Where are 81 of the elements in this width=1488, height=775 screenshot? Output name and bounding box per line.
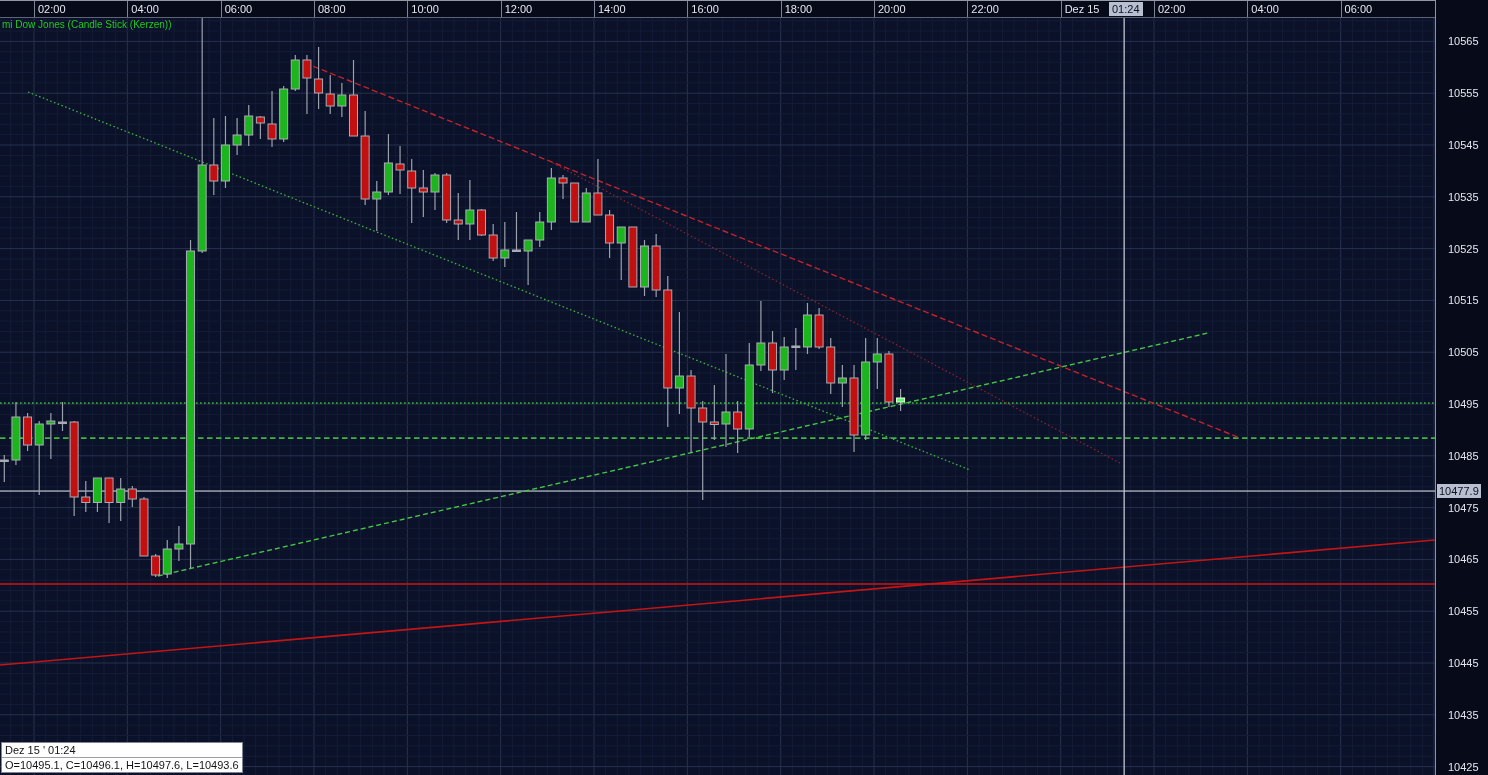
candlestick	[232, 117, 242, 156]
candlestick	[383, 133, 393, 196]
candlestick	[92, 477, 102, 513]
candlestick	[837, 364, 847, 408]
candlestick	[337, 82, 347, 118]
candlestick	[791, 327, 801, 371]
candlestick	[104, 477, 114, 524]
ohlc-values-text: O=10495.1, C=10496.1, H=10497.6, L=10493.6	[2, 757, 242, 772]
candlestick	[616, 226, 626, 281]
time-label: 22:00	[971, 2, 999, 16]
candlestick	[46, 412, 56, 460]
time-label: 06:00	[224, 2, 253, 16]
candlestick	[418, 169, 428, 218]
price-label: 10455	[1448, 604, 1479, 619]
time-label: 04:00	[131, 2, 159, 16]
time-label: 16:00	[691, 2, 719, 16]
candlestick	[430, 172, 440, 211]
candlestick	[581, 187, 591, 223]
cursor-time-label: 01:24	[1109, 2, 1143, 16]
candlestick	[139, 496, 149, 557]
price-label: 10465	[1448, 552, 1479, 567]
price-label: 10525	[1448, 241, 1479, 256]
candlestick	[465, 179, 475, 241]
time-label: 08:00	[318, 2, 346, 16]
candlestick	[558, 174, 568, 200]
candlestick	[302, 54, 312, 115]
time-label: 02:00	[38, 2, 66, 16]
candlestick	[407, 158, 417, 224]
time-label: 04:00	[1251, 2, 1279, 16]
candlestick	[651, 233, 661, 298]
candlestick	[779, 336, 789, 381]
candlestick	[11, 401, 21, 466]
price-label: 10545	[1448, 138, 1479, 152]
candlestick	[628, 226, 638, 288]
price-label: 10555	[1448, 86, 1479, 101]
candlestick	[372, 180, 382, 232]
price-label: 10505	[1448, 345, 1479, 360]
candlestick	[511, 211, 521, 253]
candlestick	[768, 330, 778, 394]
candlestick	[826, 337, 836, 395]
time-label: 12:00	[504, 2, 533, 16]
candlestick	[756, 300, 766, 372]
time-label: Dez 15	[1064, 2, 1100, 16]
candlestick	[593, 158, 603, 216]
candlestick	[174, 525, 184, 562]
candlestick	[58, 401, 67, 432]
candlestick	[0, 454, 9, 483]
candlestick	[802, 302, 812, 355]
candlestick	[267, 90, 277, 148]
time-label: 20:00	[877, 2, 906, 16]
price-label: 10495	[1448, 397, 1479, 411]
candlestick	[570, 182, 580, 223]
info-date-text: Dez 15 ' 01:24	[4, 743, 77, 757]
price-label: 10435	[1448, 707, 1479, 722]
candlestick	[453, 192, 463, 241]
candlestick	[81, 480, 91, 513]
price-label: 10445	[1448, 656, 1479, 670]
price-label: 10425	[1448, 759, 1479, 774]
chart-title: mi Dow Jones (Candle Stick (Kerzen))	[2, 19, 172, 31]
time-label: 10:00	[411, 2, 439, 16]
candlestick	[477, 208, 487, 237]
time-label: 06:00	[1344, 2, 1373, 16]
candlestick	[523, 239, 533, 286]
candlestick	[605, 209, 615, 259]
candlestick	[814, 307, 824, 350]
price-label: 10485	[1448, 448, 1479, 463]
price-label: 10515	[1448, 293, 1479, 308]
price-label: 10475	[1448, 500, 1479, 515]
candlestick	[395, 145, 405, 195]
candlestick	[500, 221, 510, 268]
candlestick	[488, 223, 498, 262]
candlestick	[896, 388, 906, 412]
candlestick	[884, 350, 894, 408]
price-label: 10565	[1448, 34, 1479, 49]
price-label: 10535	[1448, 189, 1479, 204]
time-label: 14:00	[597, 2, 626, 16]
candlestick	[640, 239, 649, 297]
last-price-label: 10477.9	[1437, 484, 1481, 498]
time-label: 02:00	[1157, 2, 1186, 16]
candlestick	[442, 172, 452, 224]
time-label: 18:00	[784, 2, 813, 16]
